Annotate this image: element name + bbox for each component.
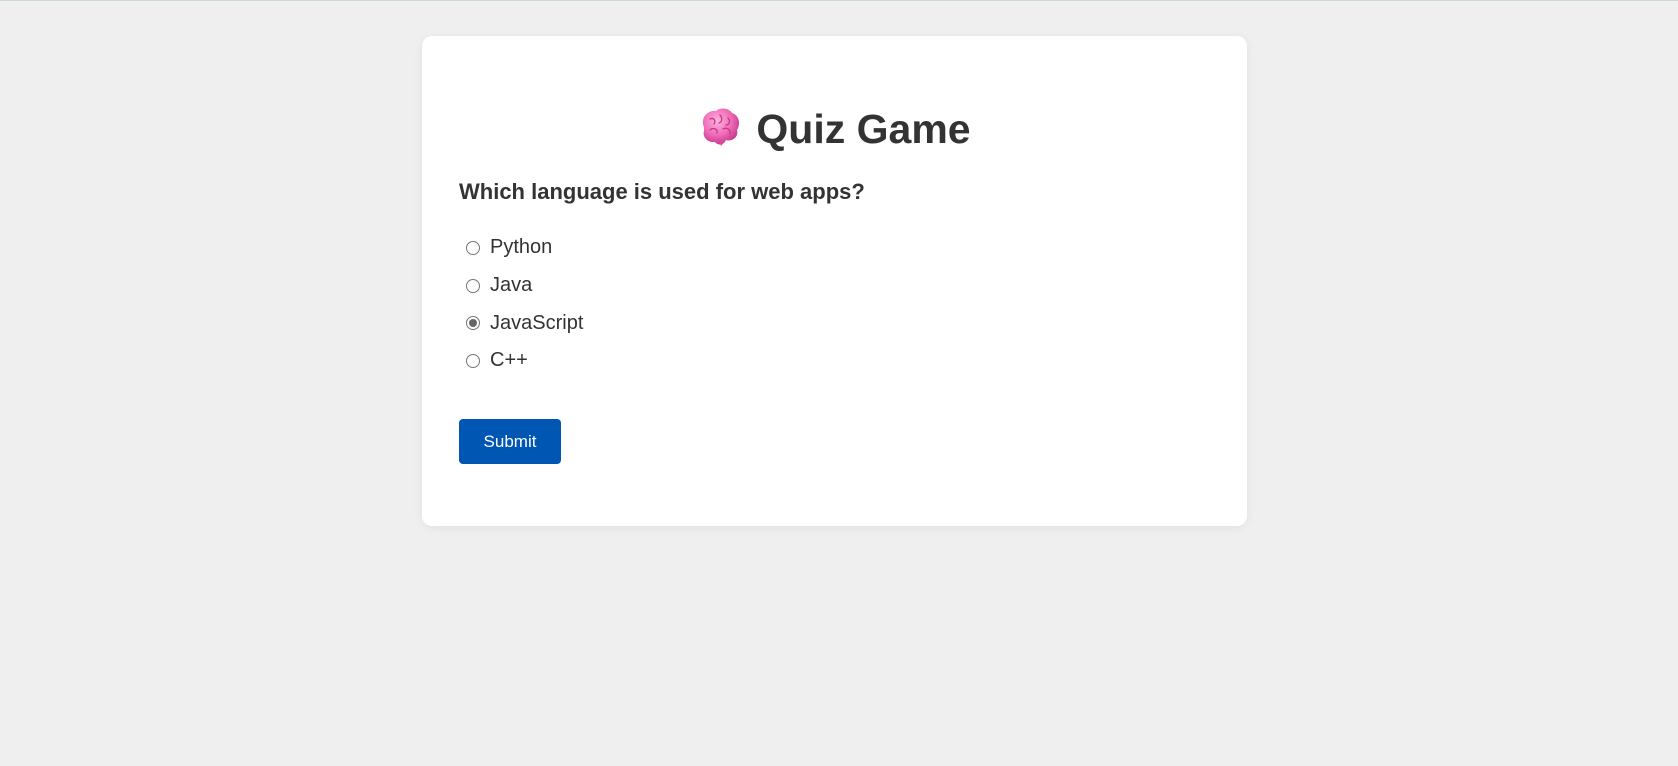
answer-options: Python Java JavaScript C++	[459, 229, 583, 380]
radio-javascript[interactable]	[466, 316, 480, 331]
option-label: Java	[490, 274, 533, 297]
option-javascript[interactable]: JavaScript	[459, 304, 583, 342]
option-label: Python	[490, 236, 553, 259]
brain-icon	[703, 108, 740, 146]
page-title-text: Quiz Game	[756, 106, 971, 152]
radio-cpp[interactable]	[466, 353, 480, 368]
radio-python[interactable]	[466, 240, 480, 255]
question-text: Which language is used for web apps?	[459, 179, 865, 204]
option-python[interactable]: Python	[459, 229, 583, 267]
quiz-card: Quiz Game Which language is used for web…	[422, 36, 1247, 526]
page-title: Quiz Game	[422, 104, 1247, 154]
option-label: JavaScript	[490, 311, 584, 334]
option-label: C++	[490, 349, 528, 372]
submit-button[interactable]: Submit	[459, 419, 561, 464]
option-java[interactable]: Java	[459, 267, 583, 305]
option-cpp[interactable]: C++	[459, 342, 583, 380]
radio-java[interactable]	[466, 278, 480, 293]
